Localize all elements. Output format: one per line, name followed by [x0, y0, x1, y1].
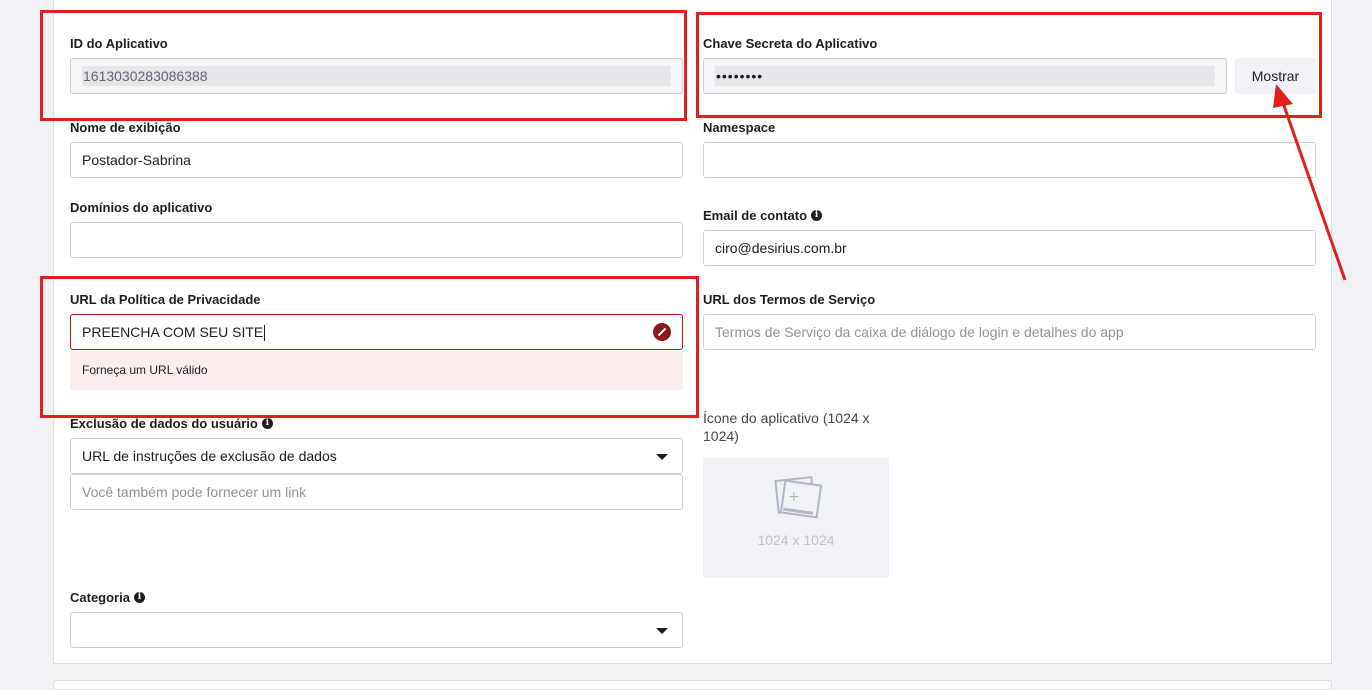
- annotation-arrow: [1273, 84, 1347, 281]
